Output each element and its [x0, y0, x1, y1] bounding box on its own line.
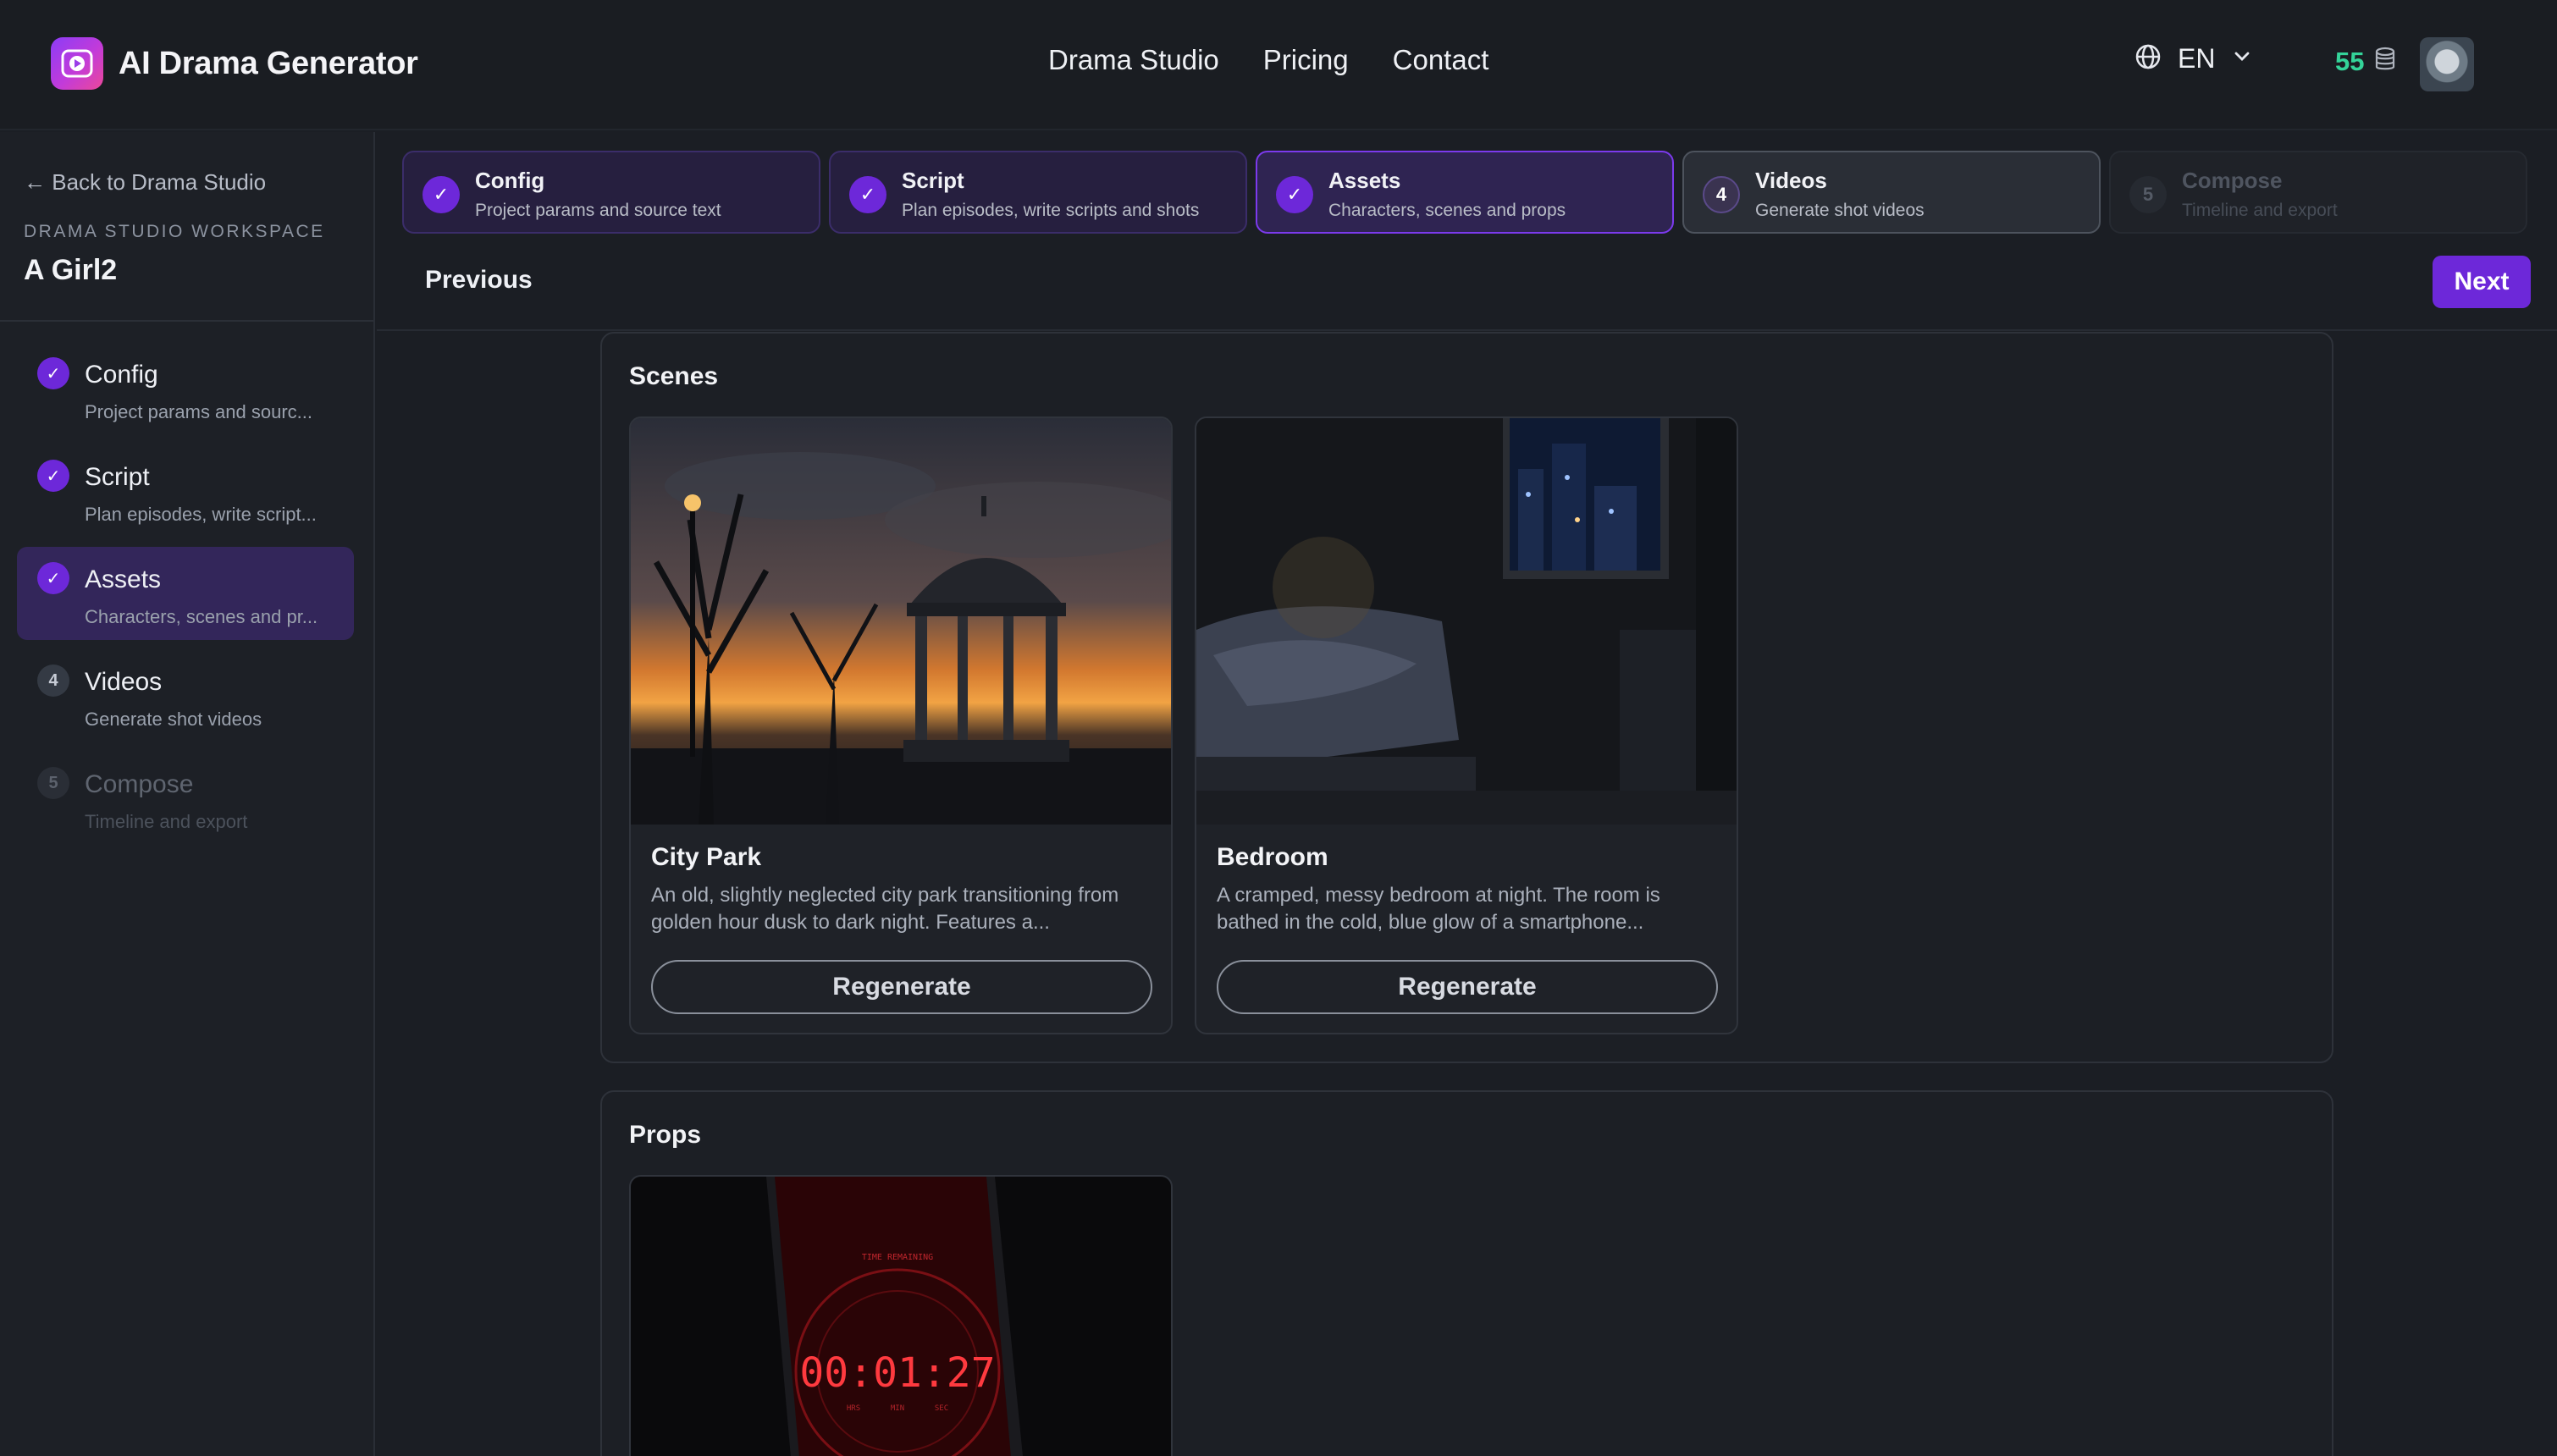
language-code: EN [2178, 43, 2216, 74]
check-icon: ✓ [1276, 176, 1313, 213]
workspace-title: A Girl2 [24, 254, 118, 286]
step-title: Assets [1328, 168, 1401, 193]
back-to-drama-studio-link[interactable]: ← Back to Drama Studio [24, 169, 266, 196]
step-number-badge: 4 [1703, 176, 1740, 213]
step-assets[interactable]: ✓ Assets Characters, scenes and props [1256, 151, 1674, 234]
credits-count: 55 [2335, 46, 2365, 76]
timer-unit: HRS [847, 1404, 860, 1413]
step-desc: Project params and source text [475, 201, 721, 220]
brand[interactable]: AI Drama Generator [51, 37, 418, 90]
sidebar-step-desc: Characters, scenes and pr... [85, 606, 318, 627]
check-icon: ✓ [422, 176, 460, 213]
scene-name: City Park [651, 843, 762, 871]
sidebar-step-desc: Generate shot videos [85, 709, 262, 730]
sidebar-step-videos[interactable]: 4 Videos Generate shot videos [17, 649, 354, 742]
timer-unit: SEC [935, 1404, 948, 1413]
props-panel: Props TIME REMAINING 00:01:27 HRS MIN SE… [600, 1090, 2333, 1456]
sidebar-step-title: Assets [85, 565, 162, 593]
regenerate-button[interactable]: Regenerate [1217, 960, 1718, 1014]
scenes-title: Scenes [629, 362, 719, 390]
scene-image-city-park[interactable] [631, 418, 1171, 825]
workspace-sidebar: ← Back to Drama Studio DRAMA STUDIO WORK… [0, 132, 375, 1456]
timer-unit: MIN [891, 1404, 904, 1413]
sidebar-step-assets[interactable]: ✓ Assets Characters, scenes and pr... [17, 547, 354, 640]
step-number-badge: 4 [37, 665, 69, 697]
step-title: Compose [2182, 168, 2283, 193]
step-number-badge: 5 [2129, 176, 2167, 213]
app-logo-icon [51, 37, 103, 90]
scene-image-bedroom[interactable] [1196, 418, 1737, 825]
nav-pricing[interactable]: Pricing [1263, 44, 1349, 76]
step-title: Videos [1755, 168, 1827, 193]
scene-card-city-park: City Park An old, slightly neglected cit… [629, 416, 1173, 1034]
prop-card-phone-timer: TIME REMAINING 00:01:27 HRS MIN SEC [629, 1175, 1173, 1456]
timer-caption: TIME REMAINING [862, 1253, 933, 1262]
globe-icon [2134, 42, 2162, 75]
sidebar-step-config[interactable]: ✓ Config Project params and sourc... [17, 342, 354, 435]
check-icon: ✓ [37, 357, 69, 389]
step-config[interactable]: ✓ Config Project params and source text [402, 151, 820, 234]
sidebar-step-desc: Timeline and export [85, 811, 248, 832]
sidebar-step-compose: 5 Compose Timeline and export [17, 752, 354, 845]
sidebar-step-title: Config [85, 361, 158, 389]
step-videos[interactable]: 4 Videos Generate shot videos [1682, 151, 2101, 234]
coins-icon [2372, 46, 2398, 77]
chevron-down-icon [2230, 45, 2254, 73]
nav-contact[interactable]: Contact [1393, 44, 1489, 76]
scene-description: A cramped, messy bedroom at night. The r… [1217, 884, 1660, 934]
sidebar-step-desc: Plan episodes, write script... [85, 504, 317, 525]
next-button[interactable]: Next [2433, 256, 2531, 308]
top-navbar: AI Drama Generator Drama Studio Pricing … [0, 0, 2557, 130]
sidebar-divider [0, 320, 373, 322]
step-desc: Plan episodes, write scripts and shots [902, 201, 1200, 220]
sidebar-step-title: Script [85, 463, 150, 491]
sidebar-steps: ✓ Config Project params and sourc... ✓ S… [17, 342, 354, 854]
sidebar-step-desc: Project params and sourc... [85, 401, 313, 422]
step-number-badge: 5 [37, 767, 69, 799]
main-nav: Drama Studio Pricing Contact [1048, 44, 1488, 76]
scene-name: Bedroom [1217, 843, 1328, 871]
sidebar-step-title: Videos [85, 668, 163, 696]
check-icon: ✓ [849, 176, 886, 213]
user-avatar[interactable] [2420, 37, 2474, 91]
step-compose: 5 Compose Timeline and export [2109, 151, 2527, 234]
toolbar-divider [377, 329, 2557, 331]
props-title: Props [629, 1121, 702, 1149]
step-title: Config [475, 168, 545, 193]
timer-readout: 00:01:27 [799, 1349, 995, 1397]
check-icon: ✓ [37, 562, 69, 594]
check-icon: ✓ [37, 460, 69, 492]
scene-card-bedroom: Bedroom A cramped, messy bedroom at nigh… [1195, 416, 1738, 1034]
nav-drama-studio[interactable]: Drama Studio [1048, 44, 1219, 76]
sidebar-step-title: Compose [85, 770, 194, 798]
step-desc: Characters, scenes and props [1328, 201, 1566, 220]
app-name: AI Drama Generator [119, 45, 418, 81]
regenerate-button[interactable]: Regenerate [651, 960, 1152, 1014]
credits-balance[interactable]: 55 [2335, 46, 2398, 77]
workflow-stepper: ✓ Config Project params and source text … [402, 151, 2527, 234]
sidebar-step-script[interactable]: ✓ Script Plan episodes, write script... [17, 444, 354, 538]
step-script[interactable]: ✓ Script Plan episodes, write scripts an… [829, 151, 1247, 234]
scene-description: An old, slightly neglected city park tra… [651, 884, 1119, 934]
scenes-panel: Scenes City Park An old, slightly neglec… [600, 332, 2333, 1063]
language-selector[interactable]: EN [2134, 42, 2254, 75]
step-desc: Timeline and export [2182, 201, 2338, 220]
step-desc: Generate shot videos [1755, 201, 1925, 220]
prop-image-phone-timer[interactable]: TIME REMAINING 00:01:27 HRS MIN SEC [631, 1177, 1171, 1456]
workspace-label: DRAMA STUDIO WORKSPACE [24, 222, 325, 241]
step-title: Script [902, 168, 964, 193]
previous-button[interactable]: Previous [425, 266, 533, 295]
